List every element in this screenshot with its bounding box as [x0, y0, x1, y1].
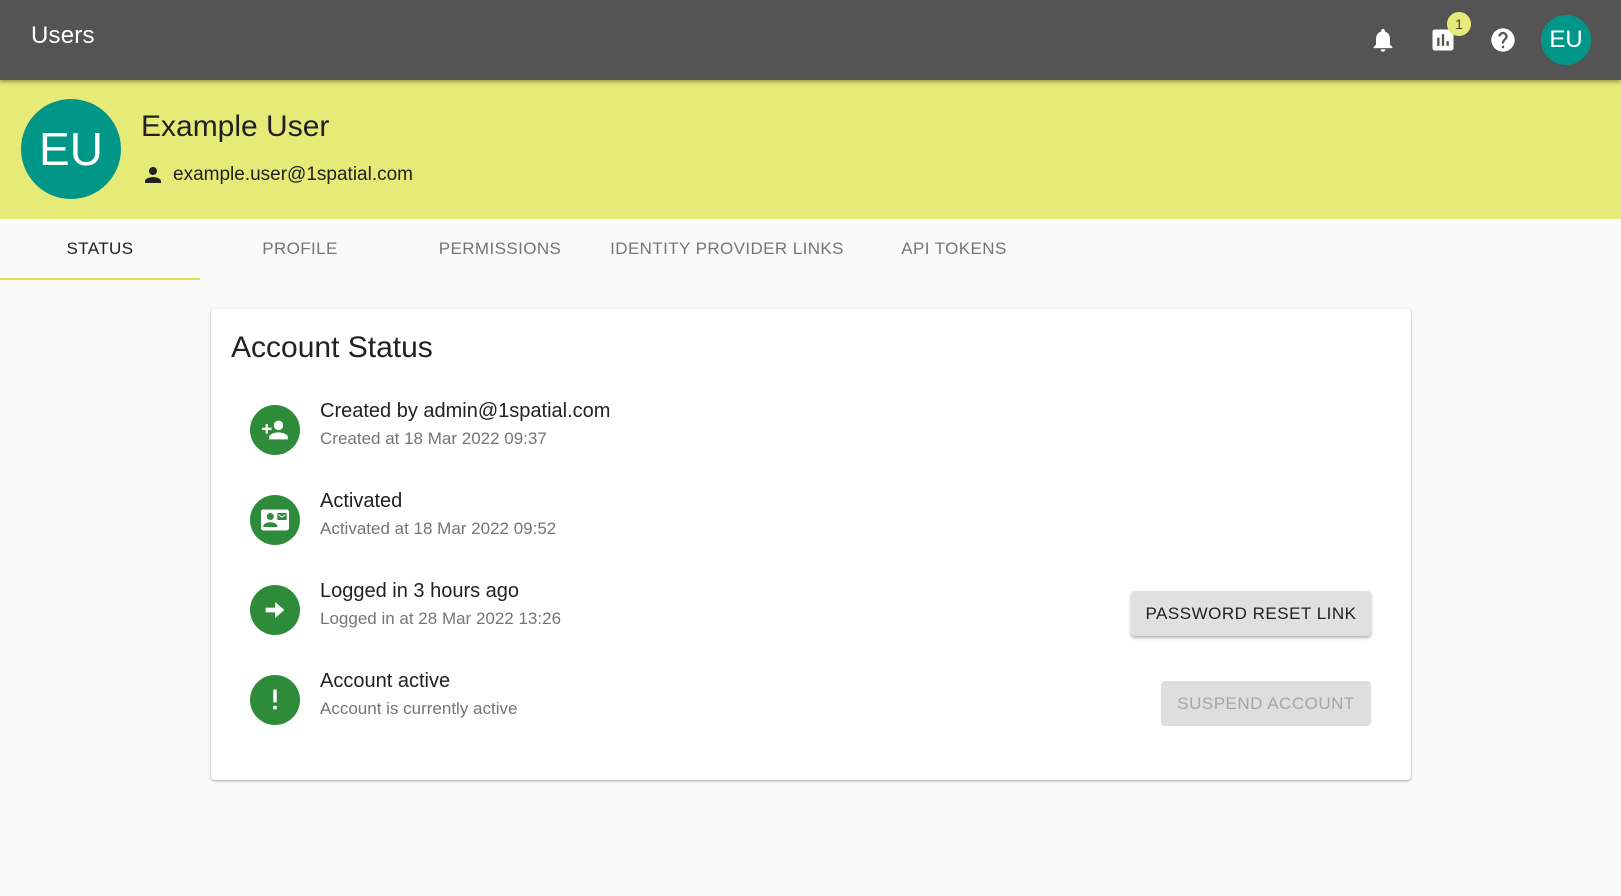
profile-name: Example User	[141, 110, 330, 143]
help-button[interactable]	[1473, 12, 1533, 68]
status-primary-text: Activated	[320, 490, 403, 512]
tab-bar: STATUS PROFILE PERMISSIONS IDENTITY PROV…	[0, 219, 1621, 280]
profile-email-row: example.user@1spatial.com	[141, 163, 413, 187]
password-reset-link-button[interactable]: PASSWORD RESET LINK	[1131, 591, 1371, 636]
app-bar-actions: 1 EU	[1353, 12, 1591, 68]
status-icon-circle	[250, 495, 300, 545]
analytics-button[interactable]: 1	[1413, 12, 1473, 68]
status-primary-text: Account active	[320, 670, 451, 692]
profile-header: EU Example User example.user@1spatial.co…	[0, 80, 1621, 219]
status-secondary-text: Created at 18 Mar 2022 09:37	[320, 429, 547, 448]
tab-profile[interactable]: PROFILE	[200, 219, 400, 280]
tab-api-tokens[interactable]: API TOKENS	[854, 219, 1054, 280]
exclamation-icon	[273, 689, 277, 710]
add-user-icon	[262, 420, 288, 440]
tab-status[interactable]: STATUS	[0, 219, 200, 280]
status-secondary-text: Activated at 18 Mar 2022 09:52	[320, 519, 557, 538]
tab-identity-provider-links[interactable]: IDENTITY PROVIDER LINKS	[600, 219, 854, 280]
status-item-created: Created by admin@1spatial.com Created at…	[250, 399, 1380, 459]
status-icon-circle	[250, 585, 300, 635]
status-primary-text: Logged in 3 hours ago	[320, 580, 520, 602]
status-primary-text: Created by admin@1spatial.com	[320, 400, 611, 422]
status-icon-circle	[250, 675, 300, 725]
account-avatar-button[interactable]: EU	[1541, 15, 1591, 65]
person-icon	[145, 167, 161, 183]
status-secondary-text: Account is currently active	[320, 699, 518, 718]
profile-email: example.user@1spatial.com	[173, 164, 414, 185]
arrow-right-icon	[265, 601, 285, 619]
status-item-activated: Activated Activated at 18 Mar 2022 09:52	[250, 489, 1380, 549]
profile-avatar: EU	[21, 99, 121, 199]
app-bar: Users 1 EU	[0, 0, 1621, 80]
status-icon-circle	[250, 405, 300, 455]
notifications-button[interactable]	[1353, 12, 1413, 68]
notification-badge: 1	[1447, 12, 1471, 36]
tab-permissions[interactable]: PERMISSIONS	[400, 219, 600, 280]
status-secondary-text: Logged in at 28 Mar 2022 13:26	[320, 609, 562, 628]
card-title: Account Status	[231, 331, 433, 364]
suspend-account-button[interactable]: SUSPEND ACCOUNT	[1161, 681, 1371, 726]
bell-icon	[1373, 28, 1393, 52]
help-icon	[1491, 28, 1515, 52]
contact-mail-icon	[261, 509, 289, 531]
app-title: Users	[31, 22, 95, 49]
